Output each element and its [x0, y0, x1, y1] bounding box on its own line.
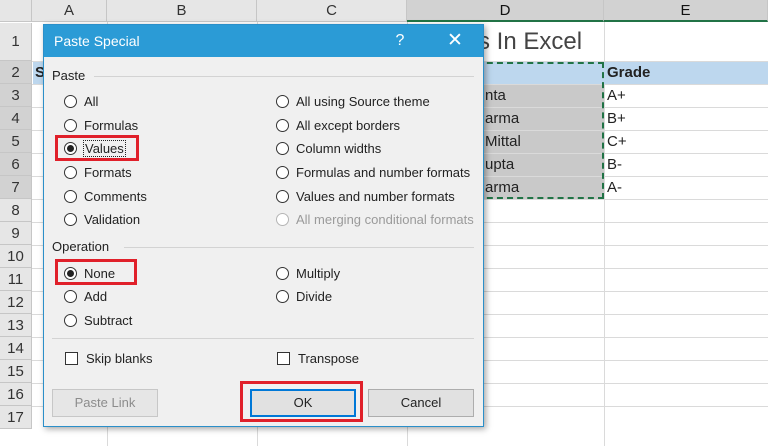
paste-comments-option[interactable]: Comments	[64, 186, 147, 206]
paste-formulas-number-formats-option[interactable]: Formulas and number formats	[276, 162, 470, 182]
radio-button[interactable]	[276, 118, 289, 132]
paste-formats-option[interactable]: Formats	[64, 162, 132, 182]
cell-e2[interactable]: Grade	[604, 62, 768, 84]
column-header-b[interactable]: B	[107, 0, 257, 22]
option-label: Transpose	[298, 350, 359, 366]
row-header-16[interactable]: 16	[0, 383, 32, 406]
row-header-17[interactable]: 17	[0, 406, 32, 429]
option-label: Values and number formats	[296, 188, 455, 204]
close-button[interactable]: ✕	[442, 29, 468, 53]
option-label: Multiply	[296, 265, 341, 281]
transpose-checkbox[interactable]	[277, 351, 290, 365]
ok-highlight-box	[240, 381, 363, 422]
transpose-option[interactable]: Transpose	[277, 348, 359, 368]
row-header-9[interactable]: 9	[0, 222, 32, 245]
operation-divide-option[interactable]: Divide	[276, 286, 332, 306]
radio-button[interactable]	[276, 289, 289, 303]
row-header-11[interactable]: 11	[0, 268, 32, 291]
column-header-d[interactable]: D	[407, 0, 604, 22]
radio-button[interactable]	[64, 212, 77, 226]
none-highlight-box	[55, 259, 137, 285]
radio-button[interactable]	[276, 165, 289, 179]
radio-button	[276, 212, 289, 226]
values-highlight-box	[55, 135, 139, 161]
option-label: All	[84, 93, 99, 109]
radio-button[interactable]	[64, 165, 77, 179]
radio-button[interactable]	[64, 289, 77, 303]
paste-all-option[interactable]: All	[64, 91, 98, 111]
separator	[52, 338, 474, 339]
cell-e7[interactable]: A-	[604, 177, 768, 199]
skip-blanks-checkbox[interactable]	[65, 351, 78, 365]
option-label: Formulas and number formats	[296, 164, 471, 180]
cell-e5[interactable]: C+	[604, 131, 768, 153]
option-label: Divide	[296, 288, 333, 304]
row-header-3[interactable]: 3	[0, 84, 32, 107]
row-header-12[interactable]: 12	[0, 291, 32, 314]
separator	[94, 76, 474, 77]
column-header-a[interactable]: A	[32, 0, 107, 22]
radio-button[interactable]	[64, 118, 77, 132]
separator	[124, 247, 474, 248]
paste-all-source-theme-option[interactable]: All using Source theme	[276, 91, 430, 111]
paste-section-label: Paste	[52, 68, 86, 83]
option-label: Column widths	[296, 140, 382, 156]
row-header-1[interactable]: 1	[0, 23, 32, 61]
row-header-6[interactable]: 6	[0, 153, 32, 176]
option-label: All using Source theme	[296, 93, 430, 109]
radio-button[interactable]	[276, 266, 289, 280]
option-label: All merging conditional formats	[296, 211, 474, 227]
radio-button[interactable]	[276, 141, 289, 155]
radio-button[interactable]	[64, 94, 77, 108]
sheet-title: s In Excel	[478, 28, 583, 55]
cancel-button[interactable]: Cancel	[368, 389, 474, 417]
paste-validation-option[interactable]: Validation	[64, 209, 140, 229]
option-label: Comments	[84, 188, 147, 204]
dialog-titlebar[interactable]: Paste Special ? ✕	[44, 25, 483, 57]
cell-e3[interactable]: A+	[604, 85, 768, 107]
paste-column-widths-option[interactable]: Column widths	[276, 138, 381, 158]
skip-blanks-option[interactable]: Skip blanks	[65, 348, 152, 368]
row-header-10[interactable]: 10	[0, 245, 32, 268]
column-header-e[interactable]: E	[604, 0, 768, 22]
row-header-5[interactable]: 5	[0, 130, 32, 153]
row-header-2[interactable]: 2	[0, 61, 32, 84]
row-header-8[interactable]: 8	[0, 199, 32, 222]
operation-add-option[interactable]: Add	[64, 286, 107, 306]
paste-values-number-formats-option[interactable]: Values and number formats	[276, 186, 455, 206]
cell-e6[interactable]: B-	[604, 154, 768, 176]
option-label: Formulas	[84, 117, 139, 133]
option-label: Subtract	[84, 312, 133, 328]
option-label: Skip blanks	[86, 350, 153, 366]
operation-section-label: Operation	[52, 239, 110, 254]
option-label: Formats	[84, 164, 132, 180]
cell-e4[interactable]: B+	[604, 108, 768, 130]
option-label: Add	[84, 288, 108, 304]
option-label: Validation	[84, 211, 141, 227]
radio-button[interactable]	[64, 189, 77, 203]
paste-merging-conditional-formats-option: All merging conditional formats	[276, 209, 474, 229]
row-header-7[interactable]: 7	[0, 176, 32, 199]
operation-subtract-option[interactable]: Subtract	[64, 310, 132, 330]
option-label: All except borders	[296, 117, 401, 133]
radio-button[interactable]	[276, 189, 289, 203]
paste-all-except-borders-option[interactable]: All except borders	[276, 115, 400, 135]
row-header-4[interactable]: 4	[0, 107, 32, 130]
row-header-13[interactable]: 13	[0, 314, 32, 337]
radio-button[interactable]	[64, 313, 77, 327]
paste-special-dialog: Paste Special ? ✕ Paste All Formulas Val…	[43, 24, 484, 427]
radio-button[interactable]	[276, 94, 289, 108]
paste-formulas-option[interactable]: Formulas	[64, 115, 138, 135]
dialog-title: Paste Special	[54, 33, 140, 49]
column-header-c[interactable]: C	[257, 0, 407, 22]
select-all-corner[interactable]	[0, 0, 32, 22]
paste-link-button: Paste Link	[52, 389, 158, 417]
row-header-15[interactable]: 15	[0, 360, 32, 383]
row-header-14[interactable]: 14	[0, 337, 32, 360]
operation-multiply-option[interactable]: Multiply	[276, 263, 340, 283]
help-button[interactable]: ?	[388, 30, 412, 52]
